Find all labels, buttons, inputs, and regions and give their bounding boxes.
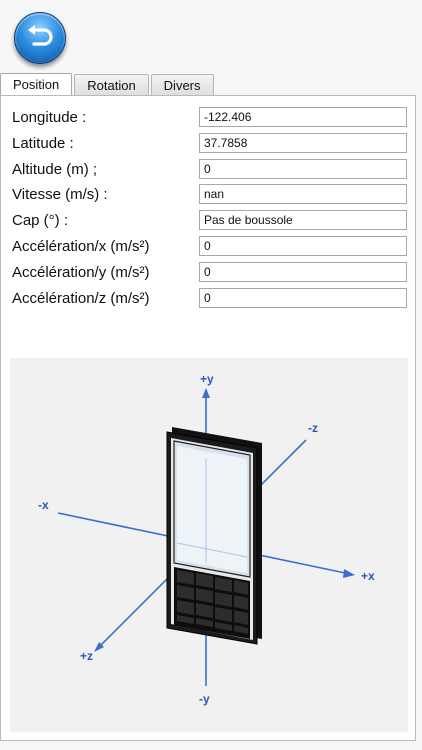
accel-z-field[interactable]: 0	[199, 288, 407, 308]
tab-divers[interactable]: Divers	[150, 74, 214, 95]
latitude-field[interactable]: 37.7858	[199, 133, 407, 153]
latitude-label: Latitude :	[12, 135, 74, 152]
back-button[interactable]	[14, 12, 66, 64]
accel-x-field[interactable]: 0	[199, 236, 407, 256]
minus-z-label: -z	[308, 421, 318, 435]
tab-bar: Position Rotation Divers	[0, 73, 216, 96]
position-panel: Longitude : -122.406 Latitude : 37.7858 …	[0, 95, 416, 741]
back-arrow-icon	[28, 25, 53, 46]
plus-y-label: +y	[200, 372, 214, 386]
phone-icon	[166, 427, 262, 645]
longitude-row: Longitude : -122.406	[11, 107, 409, 129]
altitude-label: Altitude (m) ;	[12, 161, 98, 178]
accel-z-label: Accélération/z (m/s²)	[12, 290, 150, 307]
longitude-field[interactable]: -122.406	[199, 107, 407, 127]
plus-z-label: +z	[80, 649, 93, 663]
phone-axes-illustration: +y -y +x -x +z -z	[38, 372, 375, 706]
heading-row: Cap (°) : Pas de boussole	[11, 210, 409, 232]
plus-x-arrow	[343, 569, 355, 578]
altitude-field[interactable]: 0	[199, 159, 407, 179]
plus-x-label: +x	[361, 569, 375, 583]
minus-y-label: -y	[199, 692, 210, 706]
accel-x-label: Accélération/x (m/s²)	[12, 238, 150, 255]
speed-row: Vitesse (m/s) : nan	[11, 184, 409, 206]
latitude-row: Latitude : 37.7858	[11, 133, 409, 155]
heading-label: Cap (°) :	[12, 212, 69, 229]
speed-field[interactable]: nan	[199, 184, 407, 204]
axes-diagram: +y -y +x -x +z -z	[10, 358, 408, 732]
plus-y-arrow	[202, 388, 210, 398]
longitude-label: Longitude :	[12, 109, 87, 126]
altitude-row: Altitude (m) ; 0	[11, 159, 409, 181]
heading-field[interactable]: Pas de boussole	[199, 210, 407, 230]
speed-label: Vitesse (m/s) :	[12, 186, 108, 203]
top-bar	[0, 0, 422, 74]
accel-y-label: Accélération/y (m/s²)	[12, 264, 150, 281]
tab-position[interactable]: Position	[0, 73, 73, 96]
accel-z-row: Accélération/z (m/s²) 0	[11, 288, 409, 310]
minus-x-label: -x	[38, 498, 49, 512]
tab-rotation[interactable]: Rotation	[74, 74, 149, 95]
accel-y-field[interactable]: 0	[199, 262, 407, 282]
accel-x-row: Accélération/x (m/s²) 0	[11, 236, 409, 258]
accel-y-row: Accélération/y (m/s²) 0	[11, 262, 409, 284]
